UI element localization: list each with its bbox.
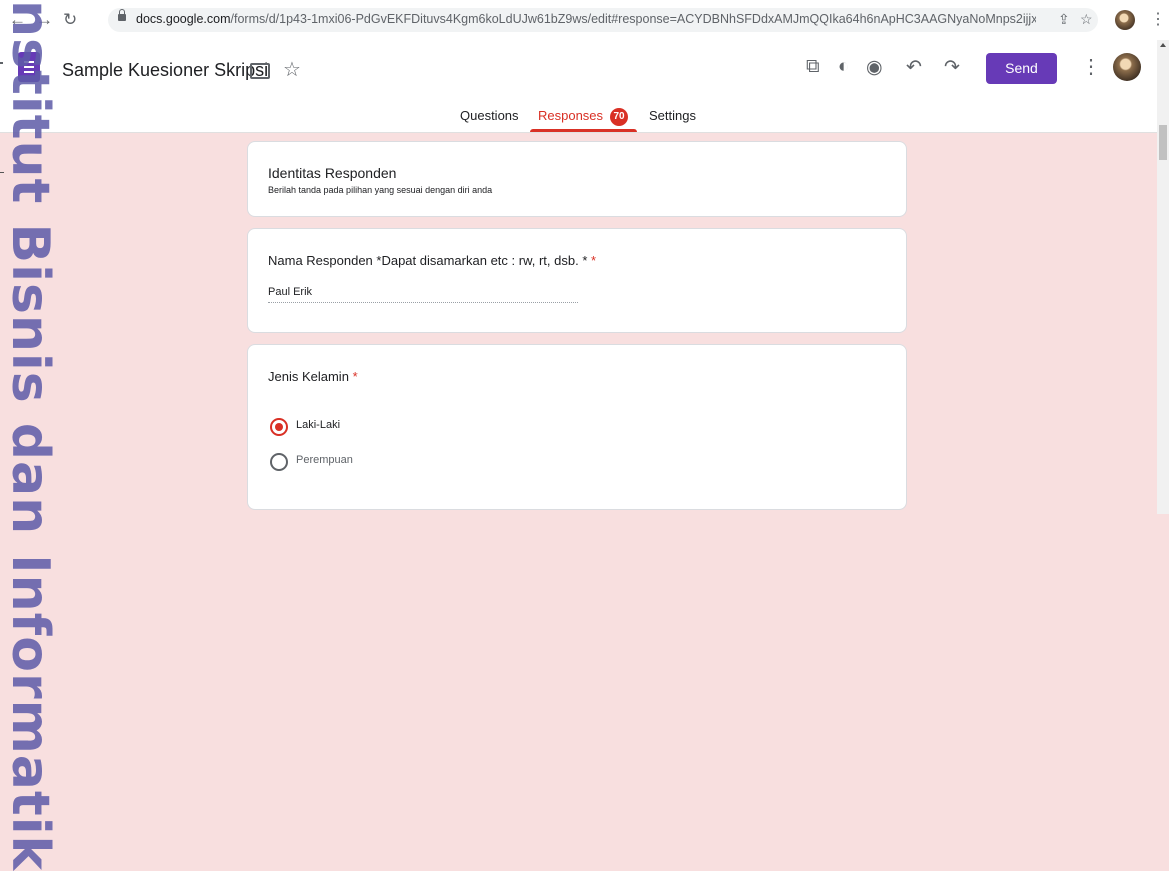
required-mark: * <box>352 369 358 384</box>
section-header-card: Identitas Responden Berilah tanda pada p… <box>247 141 907 217</box>
browser-profile-avatar[interactable] <box>1115 10 1135 30</box>
section-title: Identitas Responden <box>268 165 397 181</box>
question-card-name: Nama Responden *Dapat disamarkan etc : r… <box>247 228 907 333</box>
required-mark: * <box>591 253 597 268</box>
lock-icon <box>118 9 126 21</box>
radio-option-label: Laki-Laki <box>296 419 341 431</box>
tab-settings[interactable]: Settings <box>649 108 696 123</box>
tab-responses-label: Responses <box>538 108 604 123</box>
question-title: Nama Responden *Dapat disamarkan etc : r… <box>268 253 596 268</box>
responses-count-badge: 70 <box>610 108 629 126</box>
question-title-text: Nama Responden *Dapat disamarkan etc : r… <box>268 253 588 268</box>
bookmark-star-icon[interactable]: ☆ <box>1080 11 1093 28</box>
forms-header: Sample Kuesioner Skripsi ☆ ⧉ ◐ ◉ ↶ ↷ Sen… <box>0 40 1160 133</box>
watermark-text: nstitut Bisnis dan Informatik <box>0 0 60 871</box>
star-icon[interactable]: ☆ <box>283 57 301 82</box>
undo-icon[interactable]: ↶ <box>906 56 922 79</box>
scrollbar[interactable] <box>1157 40 1169 514</box>
active-tab-indicator <box>530 129 637 132</box>
url-text: docs.google.com/forms/d/1p43-1mxi06-PdGv… <box>136 12 1036 26</box>
folder-icon[interactable] <box>250 63 270 79</box>
addon-puzzle-icon[interactable]: ⧉ <box>806 56 820 78</box>
send-button[interactable]: Send <box>986 53 1057 84</box>
tab-questions[interactable]: Questions <box>460 108 519 123</box>
question-title-text: Jenis Kelamin <box>268 369 349 384</box>
scroll-up-icon[interactable] <box>1160 43 1166 47</box>
reload-icon[interactable]: ↻ <box>63 11 77 29</box>
radio-option-label: Perempuan <box>296 454 353 466</box>
avatar[interactable] <box>1113 53 1141 81</box>
radio-checked-icon[interactable] <box>270 418 288 436</box>
preview-eye-icon[interactable]: ◉ <box>866 56 883 79</box>
palette-icon[interactable]: ◐ <box>838 56 849 78</box>
short-answer-response: Paul Erik <box>268 286 578 303</box>
browser-toolbar: ← → ↻ docs.google.com/forms/d/1p43-1mxi0… <box>0 0 1169 40</box>
question-title: Jenis Kelamin * <box>268 369 358 384</box>
address-bar[interactable]: docs.google.com/forms/d/1p43-1mxi06-PdGv… <box>108 8 1098 32</box>
radio-unchecked-icon[interactable] <box>270 453 288 471</box>
tab-responses[interactable]: Responses 70 <box>538 108 629 126</box>
share-icon[interactable]: ⇪ <box>1058 11 1070 28</box>
question-card-gender: Jenis Kelamin * Laki-Laki Perempuan <box>247 344 907 510</box>
form-title[interactable]: Sample Kuesioner Skripsi <box>62 60 268 81</box>
form-tabs: Questions Responses 70 Settings <box>0 108 1160 132</box>
redo-icon[interactable]: ↷ <box>944 56 960 79</box>
scrollbar-thumb[interactable] <box>1159 125 1167 160</box>
more-options-icon[interactable]: ⋮ <box>1081 54 1101 79</box>
browser-menu-icon[interactable]: ⋮ <box>1150 9 1166 29</box>
section-description: Berilah tanda pada pilihan yang sesuai d… <box>268 185 493 195</box>
